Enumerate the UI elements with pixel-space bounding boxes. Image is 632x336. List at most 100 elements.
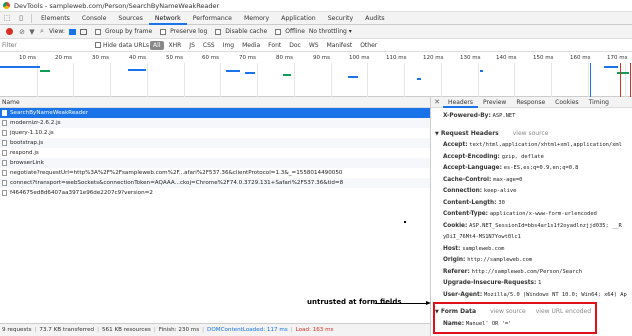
filter-icon[interactable]: ▼ xyxy=(27,28,37,36)
tab-audits[interactable]: Audits xyxy=(359,12,390,25)
preserve-log-checkbox[interactable] xyxy=(160,28,167,35)
header-value: text/html,application/xhtml+xml,applicat… xyxy=(469,142,622,148)
request-row[interactable]: negotiate?requestUrl=http%3A%2F%2Fsample… xyxy=(0,168,430,178)
timeline-tick-label: 10 ms xyxy=(19,55,36,61)
header-value: keep-alive xyxy=(483,188,517,194)
hide-data-urls-checkbox[interactable] xyxy=(95,42,101,48)
chrome-icon xyxy=(3,2,10,9)
inspect-element-icon[interactable]: ⬚ xyxy=(0,12,14,25)
timeline-event-marker xyxy=(590,63,591,97)
disable-cache-checkbox[interactable] xyxy=(215,28,222,35)
close-icon[interactable]: ✕ xyxy=(431,98,443,106)
disable-cache-label: Disable cache xyxy=(225,28,268,35)
detail-tab-preview[interactable]: Preview xyxy=(478,97,511,108)
timeline-tick-label: 50 ms xyxy=(166,55,183,61)
tab-security[interactable]: Security xyxy=(322,12,359,25)
header-value: es-ES,es;q=0.9,en;q=0.8 xyxy=(503,165,579,171)
timeline-tick-label: 20 ms xyxy=(55,55,72,61)
tab-network[interactable]: Network xyxy=(148,12,187,25)
tab-performance[interactable]: Performance xyxy=(187,12,238,25)
timeline-event-marker xyxy=(620,63,621,97)
timeline-request-bar xyxy=(226,70,240,72)
throttling-value: No throttling xyxy=(308,28,347,35)
timeline-tick-label: 80 ms xyxy=(276,55,293,61)
detail-tab-cookies[interactable]: Cookies xyxy=(550,97,584,108)
timeline-gridline xyxy=(588,63,589,97)
filter-type-doc[interactable]: Doc xyxy=(286,41,304,50)
view-label: View: xyxy=(49,28,65,35)
header-value: Mozilla/5.0 (Windows NT 10.0; Win64; x64… xyxy=(483,291,627,298)
record-button[interactable] xyxy=(6,28,13,35)
request-name: respond.js xyxy=(10,150,39,156)
filter-type-xhr[interactable]: XHR xyxy=(166,41,185,50)
clear-icon[interactable]: ⊘ xyxy=(17,28,27,36)
tab-memory[interactable]: Memory xyxy=(238,12,275,25)
filter-input[interactable] xyxy=(0,40,90,50)
summary-transferred: 73.7 KB transferred xyxy=(39,327,95,333)
request-name: modernizr-2.6.2.js xyxy=(10,120,61,126)
request-header-row: Cache-Control: max-age=0 xyxy=(443,177,522,183)
filter-type-media[interactable]: Media xyxy=(239,41,263,50)
filter-type-all[interactable]: All xyxy=(150,40,164,50)
request-row[interactable]: f464675ed8d6407aa3971e96de2207c9?version… xyxy=(0,188,430,198)
group-by-frame-checkbox[interactable] xyxy=(94,28,101,35)
file-icon xyxy=(2,180,7,186)
detail-tab-timing[interactable]: Timing xyxy=(584,97,614,108)
filter-type-manifest[interactable]: Manifest xyxy=(324,41,356,50)
request-row[interactable]: SearchByNameWeakReader xyxy=(0,108,430,118)
filter-type-css[interactable]: CSS xyxy=(200,41,218,50)
detail-tab-response[interactable]: Response xyxy=(511,97,550,108)
request-row[interactable]: respond.js xyxy=(0,148,430,158)
detail-tabbar: ✕ Headers Preview Response Cookies Timin… xyxy=(431,97,632,108)
file-icon xyxy=(2,150,7,156)
request-headers-title: Request Headers xyxy=(440,130,499,137)
mouse-cursor xyxy=(404,221,406,223)
filter-type-font[interactable]: Font xyxy=(265,41,284,50)
timeline-request-bar xyxy=(480,70,483,72)
tab-console[interactable]: Console xyxy=(76,12,113,25)
header-value: application/x-www-form-urlencoded xyxy=(489,211,597,217)
request-header-row: User-Agent: Mozilla/5.0 (Windows NT 10.0… xyxy=(443,292,627,298)
timeline-tick-label: 40 ms xyxy=(129,55,146,61)
summary-load: Load: 163 ms xyxy=(295,327,334,333)
device-toolbar-icon[interactable]: ▯ xyxy=(14,12,28,25)
view-source-link[interactable]: view source xyxy=(513,130,549,137)
header-key: Content-Length: xyxy=(443,199,497,206)
large-rows-button[interactable] xyxy=(68,28,76,35)
throttling-select[interactable]: No throttling ▾ xyxy=(309,28,352,35)
request-header-row: Connection: keep-alive xyxy=(443,188,516,194)
timeline-gridline xyxy=(184,63,185,97)
request-row[interactable]: jquery-1.10.2.js xyxy=(0,128,430,138)
timeline-tick-label: 150 ms xyxy=(533,55,554,61)
request-name: f464675ed8d6407aa3971e96de2207c9?version… xyxy=(10,190,153,196)
request-row[interactable]: browserLink xyxy=(0,158,430,168)
overview-button[interactable] xyxy=(79,28,87,35)
filter-type-other[interactable]: Other xyxy=(357,41,380,50)
column-header-name[interactable]: Name xyxy=(0,97,430,108)
tab-application[interactable]: Application xyxy=(275,12,322,25)
header-key: Referer: xyxy=(443,268,470,275)
tab-sources[interactable]: Sources xyxy=(112,12,148,25)
request-headers-section[interactable]: ▼ Request Headers view source xyxy=(435,130,548,137)
offline-checkbox[interactable] xyxy=(275,28,282,35)
tab-elements[interactable]: Elements xyxy=(35,12,76,25)
filter-type-img[interactable]: Img xyxy=(220,41,237,50)
network-timeline-overview[interactable]: 10 ms 20 ms 30 ms 40 ms 50 ms 60 ms 70 ms 80 ms… xyxy=(0,52,632,97)
timeline-tick-label: 90 ms xyxy=(313,55,330,61)
request-header-row: Accept-Encoding: gzip, deflate xyxy=(443,154,544,160)
detail-tab-headers[interactable]: Headers xyxy=(443,97,478,108)
header-key: Content-Type: xyxy=(443,211,488,217)
filter-type-js[interactable]: JS xyxy=(186,41,198,50)
search-icon[interactable]: ⌕ xyxy=(37,27,47,36)
request-name: jquery-1.10.2.js xyxy=(10,130,54,136)
request-list: SearchByNameWeakReader modernizr-2.6.2.js… xyxy=(0,108,430,198)
request-row[interactable]: connect?transport=webSockets&connectionT… xyxy=(0,178,430,188)
timeline-gridline xyxy=(404,63,405,97)
hide-data-urls[interactable]: Hide data URLs xyxy=(95,42,149,49)
timeline-event-marker xyxy=(630,63,631,97)
file-icon xyxy=(2,160,7,166)
request-row[interactable]: modernizr-2.6.2.js xyxy=(0,118,430,128)
filter-type-ws[interactable]: WS xyxy=(306,41,322,50)
header-value: http://sampleweb.com xyxy=(467,257,533,263)
request-row[interactable]: bootstrap.js xyxy=(0,138,430,148)
